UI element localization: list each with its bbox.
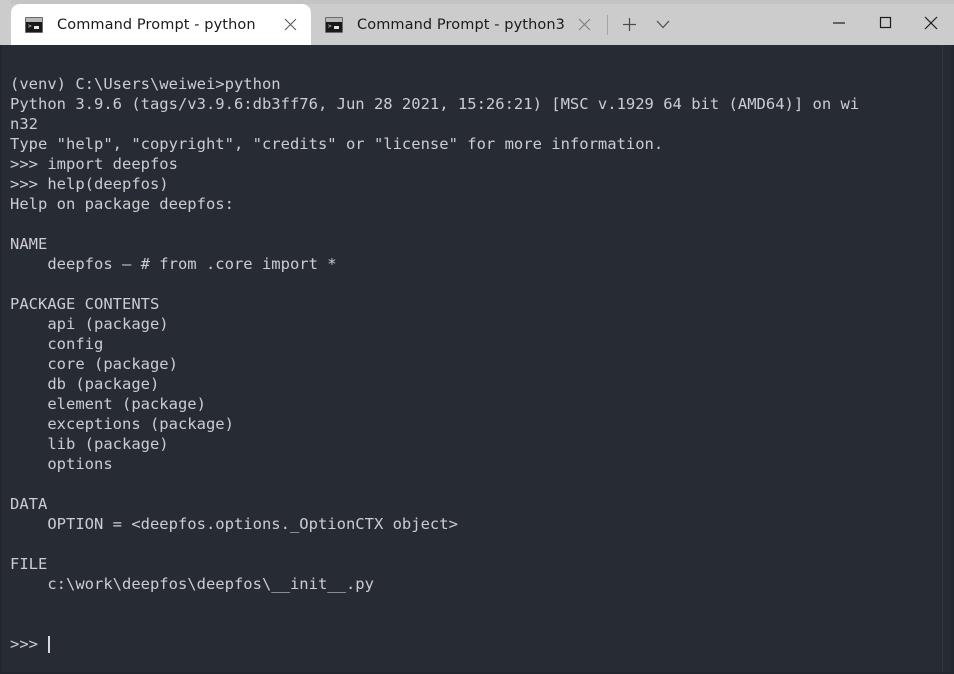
terminal-line: api (package) [10,315,169,333]
terminal-line: OPTION = <deepfos.options._OptionCTX obj… [10,515,458,533]
tab-dropdown-button[interactable] [646,7,680,41]
tab-command-prompt-python3[interactable]: > Command Prompt - python3 [311,4,605,45]
tab-title: Command Prompt - python3 [357,16,565,33]
terminal-line: element (package) [10,395,206,413]
title-bar: > Command Prompt - python > Command Prom… [0,0,954,45]
terminal-line: FILE [10,555,48,573]
chevron-down-icon [656,20,670,28]
maximize-icon [879,16,891,29]
terminal-line: PACKAGE CONTENTS [10,295,160,313]
terminal-line: NAME [10,235,48,253]
window-left-border [0,45,2,674]
close-icon [924,16,938,29]
scrollbar-track[interactable] [942,45,943,674]
minimize-button[interactable] [816,0,862,45]
prompt-symbol: >>> [10,635,38,653]
terminal-line: n32 [10,115,38,133]
terminal-output-area[interactable]: (venv) C:\Users\weiwei>python Python 3.9.… [0,45,954,674]
terminal-line: >>> import deepfos [10,155,178,173]
close-icon [284,18,296,31]
terminal-line: core (package) [10,355,178,373]
terminal-line: Type "help", "copyright", "credits" or "… [10,135,664,153]
terminal-line: Python 3.9.6 (tags/v3.9.6:db3ff76, Jun 2… [10,95,860,113]
terminal-window: > Command Prompt - python > Command Prom… [0,0,954,674]
tab-close-button[interactable] [569,10,599,40]
window-close-button[interactable] [908,0,954,45]
terminal-prompt-line[interactable]: >>> [10,634,954,654]
terminal-line: >>> help(deepfos) [10,175,169,193]
tab-title: Command Prompt - python [57,16,256,33]
console-icon: > [25,16,43,33]
terminal-line: lib (package) [10,435,169,453]
terminal-line: exceptions (package) [10,415,234,433]
maximize-button[interactable] [862,0,908,45]
minimize-icon [833,21,845,24]
new-tab-button[interactable] [612,7,646,41]
terminal-line: DATA [10,495,48,513]
terminal-line: Help on package deepfos: [10,195,234,213]
terminal-line: c:\work\deepfos\deepfos\__init__.py [10,575,374,593]
terminal-text: (venv) C:\Users\weiwei>python Python 3.9.… [10,45,954,654]
tab-strip: > Command Prompt - python > Command Prom… [0,0,816,45]
terminal-line: db (package) [10,375,160,393]
plus-icon [622,17,636,31]
text-cursor [48,635,50,653]
terminal-line: deepfos — # from .core import * [10,255,337,273]
terminal-line: (venv) C:\Users\weiwei>python [10,75,281,93]
tab-close-button[interactable] [275,10,305,40]
window-controls [816,0,954,45]
close-icon [578,18,590,31]
console-icon: > [325,16,343,33]
terminal-line: options [10,455,113,473]
tab-command-prompt-python[interactable]: > Command Prompt - python [11,4,311,45]
tab-separator [607,15,608,35]
terminal-line: config [10,335,104,353]
